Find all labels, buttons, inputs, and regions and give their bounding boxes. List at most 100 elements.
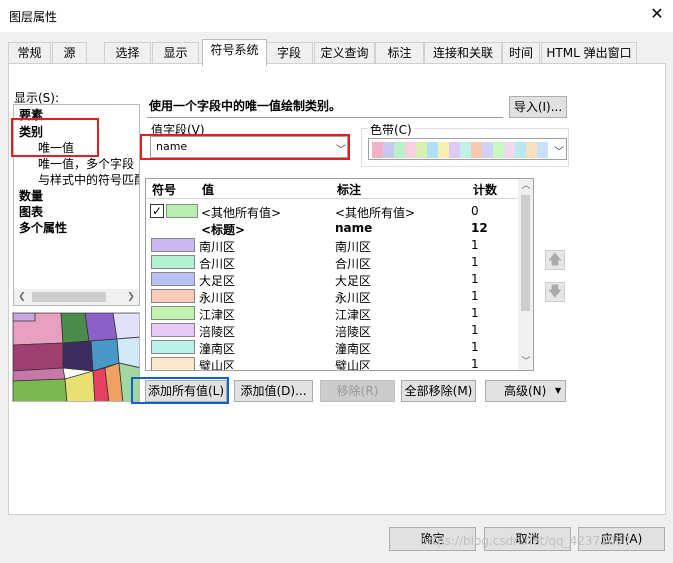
row-count: 1: [471, 289, 479, 303]
table-row[interactable]: 江津区 江津区 1: [146, 305, 519, 322]
row-count: 1: [471, 306, 479, 320]
tab-general[interactable]: 常规: [8, 42, 51, 65]
tab-definition-query[interactable]: 定义查询: [314, 42, 375, 65]
tree-item-unique-values-many-fields[interactable]: 唯一值，多个字段: [38, 155, 134, 172]
advanced-button[interactable]: 高级(N) ▼: [485, 380, 566, 402]
row-value: 潼南区: [199, 342, 236, 356]
column-header-count[interactable]: 计数: [473, 181, 497, 198]
row-label[interactable]: 大足区: [335, 272, 371, 289]
row-value: <其他所有值>: [201, 206, 282, 220]
move-down-button[interactable]: 🡇: [545, 282, 565, 302]
row-label[interactable]: 潼南区: [335, 340, 371, 357]
row-count: 1: [471, 340, 479, 354]
scroll-thumb[interactable]: [32, 292, 106, 302]
tree-item-charts[interactable]: 图表: [19, 203, 43, 220]
map-preview: [12, 312, 140, 402]
row-count: 1: [471, 238, 479, 252]
tab-display[interactable]: 显示: [152, 42, 199, 65]
table-row[interactable]: 涪陵区 涪陵区 1: [146, 322, 519, 339]
row-label[interactable]: <其他所有值>: [335, 204, 415, 221]
tab-time[interactable]: 时间: [502, 42, 540, 65]
row-count: 12: [471, 221, 488, 235]
table-vertical-scrollbar[interactable]: ︿ ﹀: [518, 179, 533, 370]
tree-item-multiple-attributes[interactable]: 多个属性: [19, 219, 67, 236]
scroll-left-icon[interactable]: ❮: [14, 289, 30, 305]
tree-item-quantities[interactable]: 数量: [19, 187, 43, 204]
row-label[interactable]: 南川区: [335, 238, 371, 255]
row-count: 1: [471, 272, 479, 286]
checkbox-checked-icon[interactable]: ✓: [150, 204, 164, 218]
column-header-symbol[interactable]: 符号: [152, 181, 176, 198]
symbol-swatch[interactable]: [151, 238, 195, 252]
row-label[interactable]: 璧山区: [335, 357, 371, 370]
map-preview-image: [13, 313, 139, 401]
scroll-down-icon[interactable]: ﹀: [518, 355, 534, 369]
tab-html-popup[interactable]: HTML 弹出窗口: [541, 42, 637, 65]
unique-values-table: 符号 值 标注 计数 ✓ <其他所有值> <其他所有值> 0 <标题> name…: [145, 178, 534, 371]
tree-item-match-to-symbols[interactable]: 与样式中的符号匹配: [38, 171, 139, 188]
add-values-button[interactable]: 添加值(D)...: [234, 380, 313, 402]
table-row-heading[interactable]: <标题> name 12: [146, 220, 519, 237]
arrow-up-icon: 🡅: [547, 252, 563, 268]
table-row[interactable]: 潼南区 潼南区 1: [146, 339, 519, 356]
row-label[interactable]: 江津区: [335, 306, 371, 323]
move-up-button[interactable]: 🡅: [545, 250, 565, 270]
symbol-swatch[interactable]: [166, 204, 198, 218]
title-bar: [0, 0, 673, 32]
symbol-swatch[interactable]: [151, 289, 195, 303]
close-icon[interactable]: ✕: [648, 5, 666, 23]
row-value: 大足区: [199, 274, 236, 288]
table-row[interactable]: 永川区 永川区 1: [146, 288, 519, 305]
row-value: 合川区: [199, 257, 236, 271]
tab-labels[interactable]: 标注: [375, 42, 424, 65]
table-row[interactable]: 璧山区 璧山区 1: [146, 356, 519, 371]
table-row[interactable]: 大足区 大足区 1: [146, 271, 519, 288]
column-header-label[interactable]: 标注: [337, 181, 361, 198]
row-value: <标题>: [201, 223, 246, 237]
dropdown-arrow-icon: ▼: [555, 386, 562, 395]
row-label[interactable]: 涪陵区: [335, 323, 371, 340]
tab-symbology[interactable]: 符号系统: [202, 39, 267, 66]
row-count: 1: [471, 323, 479, 337]
table-row[interactable]: 合川区 合川区 1: [146, 254, 519, 271]
advanced-label: 高级(N): [504, 384, 547, 398]
table-row[interactable]: 南川区 南川区 1: [146, 237, 519, 254]
highlight-add-all-values: [131, 377, 229, 404]
scroll-up-icon[interactable]: ︿: [518, 179, 534, 193]
tab-fields[interactable]: 字段: [265, 42, 313, 65]
scroll-thumb[interactable]: [521, 195, 530, 311]
symbol-swatch[interactable]: [151, 357, 195, 370]
table-row[interactable]: ✓ <其他所有值> <其他所有值> 0: [146, 203, 519, 220]
row-label[interactable]: name: [335, 221, 372, 235]
tab-source[interactable]: 源: [52, 42, 87, 65]
tree-horizontal-scrollbar[interactable]: ❮ ❯: [14, 289, 139, 305]
color-ramp-label: 色带(C): [368, 121, 414, 138]
symbol-swatch[interactable]: [151, 272, 195, 286]
remove-button[interactable]: 移除(R): [320, 380, 395, 402]
row-label[interactable]: 合川区: [335, 255, 371, 272]
row-count: 0: [471, 204, 479, 218]
symbol-swatch[interactable]: [151, 340, 195, 354]
row-count: 1: [471, 357, 479, 371]
tab-joins-relates[interactable]: 连接和关联: [424, 42, 502, 65]
tab-selection[interactable]: 选择: [104, 42, 151, 65]
color-ramp-select[interactable]: ﹀: [368, 138, 567, 160]
header-divider: [146, 198, 519, 199]
row-value: 南川区: [199, 240, 236, 254]
row-count: 1: [471, 255, 479, 269]
row-value: 璧山区: [199, 359, 236, 371]
column-header-value[interactable]: 值: [202, 181, 214, 198]
highlight-categories: [11, 118, 99, 157]
row-label[interactable]: 永川区: [335, 289, 371, 306]
watermark: https://blog.csdn.net/qq_42371097: [420, 534, 631, 548]
scroll-right-icon[interactable]: ❯: [123, 289, 139, 305]
symbol-swatch[interactable]: [151, 255, 195, 269]
remove-all-button[interactable]: 全部移除(M): [401, 380, 476, 402]
symbol-swatch[interactable]: [151, 323, 195, 337]
row-value: 涪陵区: [199, 325, 236, 339]
symbol-swatch[interactable]: [151, 306, 195, 320]
import-button[interactable]: 导入(I)...: [509, 96, 567, 118]
row-value: 江津区: [199, 308, 236, 322]
tab-bar: 常规 源 选择 显示 符号系统 字段 定义查询 标注 连接和关联 时间 HTML…: [8, 39, 666, 66]
renderer-description: 使用一个字段中的唯一值绘制类别。: [147, 96, 503, 118]
